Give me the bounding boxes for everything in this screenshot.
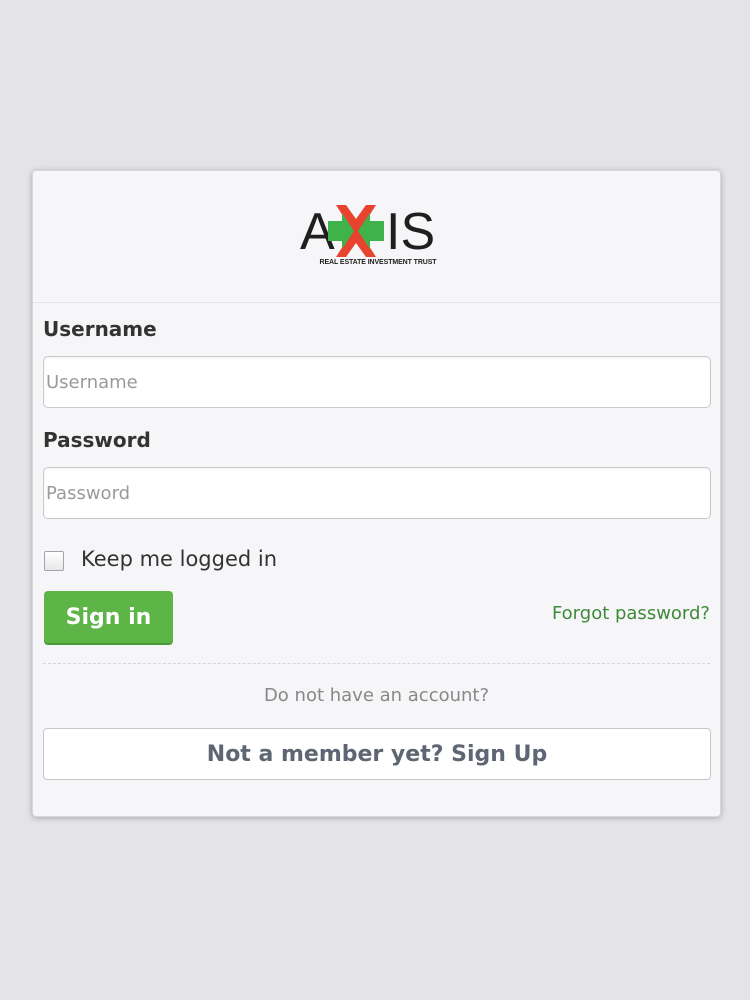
keep-logged-in-label[interactable]: Keep me logged in xyxy=(81,547,277,571)
password-label: Password xyxy=(43,428,151,452)
username-label: Username xyxy=(43,317,157,341)
logo-x-emblem xyxy=(328,205,384,257)
forgot-password-link[interactable]: Forgot password? xyxy=(552,603,710,624)
username-input[interactable] xyxy=(43,356,711,408)
action-row: Sign in Forgot password? xyxy=(43,591,710,647)
logo-header: A IS REAL ESTATE INVESTMENT TRUST xyxy=(33,171,720,303)
no-account-prompt: Do not have an account? xyxy=(263,685,490,706)
sign-in-button[interactable]: Sign in xyxy=(44,591,173,643)
login-card: A IS REAL ESTATE INVESTMENT TRUST Userna… xyxy=(32,170,721,817)
keep-logged-in-row: Keep me logged in xyxy=(43,547,710,577)
sign-up-button[interactable]: Not a member yet? Sign Up xyxy=(43,728,711,780)
axis-logo: A IS REAL ESTATE INVESTMENT TRUST xyxy=(298,203,458,269)
keep-logged-in-checkbox[interactable] xyxy=(44,551,64,571)
logo-tagline: REAL ESTATE INVESTMENT TRUST xyxy=(319,259,437,266)
password-input[interactable] xyxy=(43,467,711,519)
dashed-divider xyxy=(43,663,710,664)
login-form: Username Password Keep me logged in Sign… xyxy=(33,303,720,780)
axis-logo-mark: A IS xyxy=(300,203,435,259)
logo-letters-is: IS xyxy=(386,203,435,259)
